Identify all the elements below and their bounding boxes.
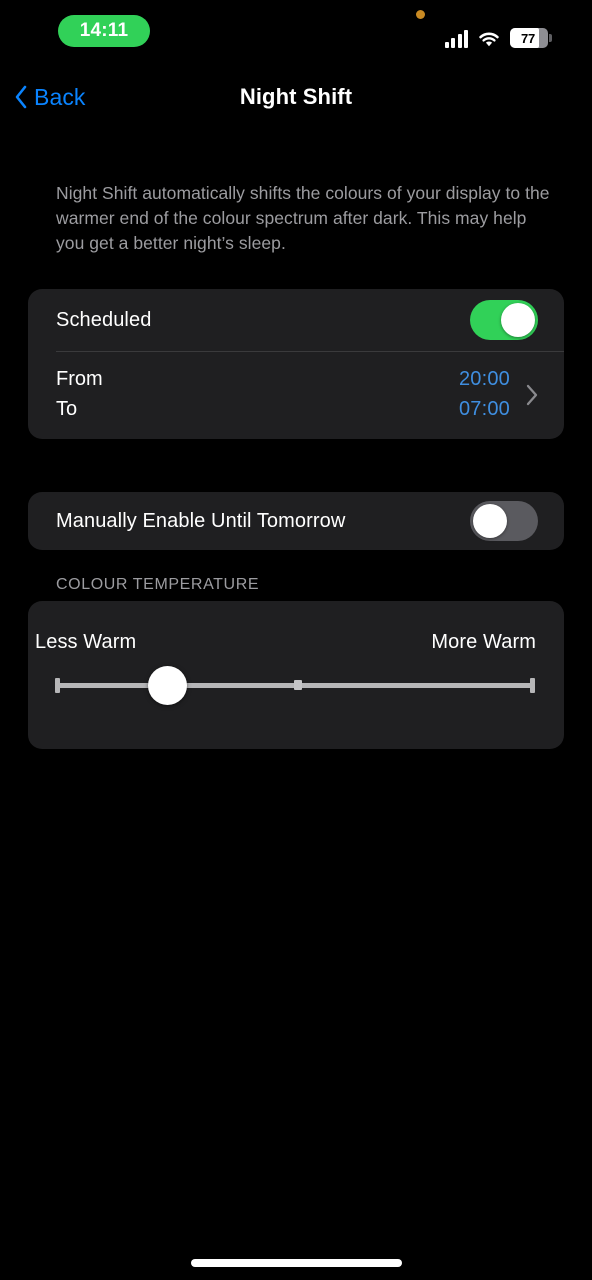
- chevron-right-icon: [526, 384, 538, 405]
- status-bar-time-pill[interactable]: 14:11: [58, 15, 150, 47]
- slider-cap-right: [530, 678, 535, 693]
- scheduled-card: Scheduled From To 20:00 07:00: [28, 289, 564, 439]
- battery-percent-label: 77: [520, 30, 536, 46]
- scheduled-toggle-knob: [501, 303, 535, 337]
- manual-enable-toggle[interactable]: [470, 501, 538, 541]
- colour-temperature-card: Less Warm More Warm: [28, 601, 564, 749]
- schedule-values: 20:00 07:00: [459, 366, 510, 423]
- colour-temperature-section-header: COLOUR TEMPERATURE: [56, 576, 260, 593]
- battery-nub: [549, 34, 552, 42]
- manual-enable-label: Manually Enable Until Tomorrow: [56, 509, 346, 532]
- schedule-times-row[interactable]: From To 20:00 07:00: [28, 352, 564, 439]
- slider-cap-left: [55, 678, 60, 693]
- night-shift-description: Night Shift automatically shifts the col…: [56, 183, 550, 253]
- status-bar-time: 14:11: [79, 20, 129, 41]
- schedule-labels: From To: [56, 366, 103, 423]
- schedule-to-label: To: [56, 398, 78, 420]
- battery-icon: 77: [510, 28, 552, 48]
- navigation-bar: Night Shift Back: [0, 72, 592, 122]
- status-bar-indicators: 77: [444, 22, 552, 48]
- page-title: Night Shift: [239, 84, 353, 109]
- wifi-icon: [479, 32, 499, 47]
- more-warm-label: More Warm: [431, 631, 536, 653]
- colour-temperature-labels: Less Warm More Warm: [28, 601, 564, 654]
- settings-content: Night Shift automatically shifts the col…: [0, 122, 592, 749]
- scheduled-label: Scheduled: [56, 308, 152, 331]
- chevron-left-icon: [15, 85, 27, 109]
- back-button-label: Back: [34, 83, 86, 110]
- schedule-from-value[interactable]: 20:00: [459, 366, 510, 393]
- manual-enable-row[interactable]: Manually Enable Until Tomorrow: [28, 492, 564, 550]
- colour-temperature-slider[interactable]: [28, 666, 564, 705]
- home-indicator[interactable]: [191, 1259, 402, 1267]
- manual-enable-toggle-knob: [473, 504, 507, 538]
- slider-midpoint-tick: [294, 680, 302, 690]
- manual-enable-card: Manually Enable Until Tomorrow: [28, 492, 564, 550]
- slider-knob[interactable]: [147, 666, 187, 705]
- scheduled-row[interactable]: Scheduled: [28, 289, 564, 351]
- schedule-to-value[interactable]: 07:00: [459, 396, 510, 423]
- less-warm-label: Less Warm: [35, 631, 137, 653]
- status-bar: 14:11 77: [0, 0, 592, 62]
- back-button[interactable]: Back: [14, 72, 86, 122]
- schedule-from-label: From: [56, 368, 103, 390]
- cellular-signal-icon: [444, 30, 468, 48]
- orange-privacy-dot: [416, 10, 425, 19]
- scheduled-toggle[interactable]: [470, 300, 538, 340]
